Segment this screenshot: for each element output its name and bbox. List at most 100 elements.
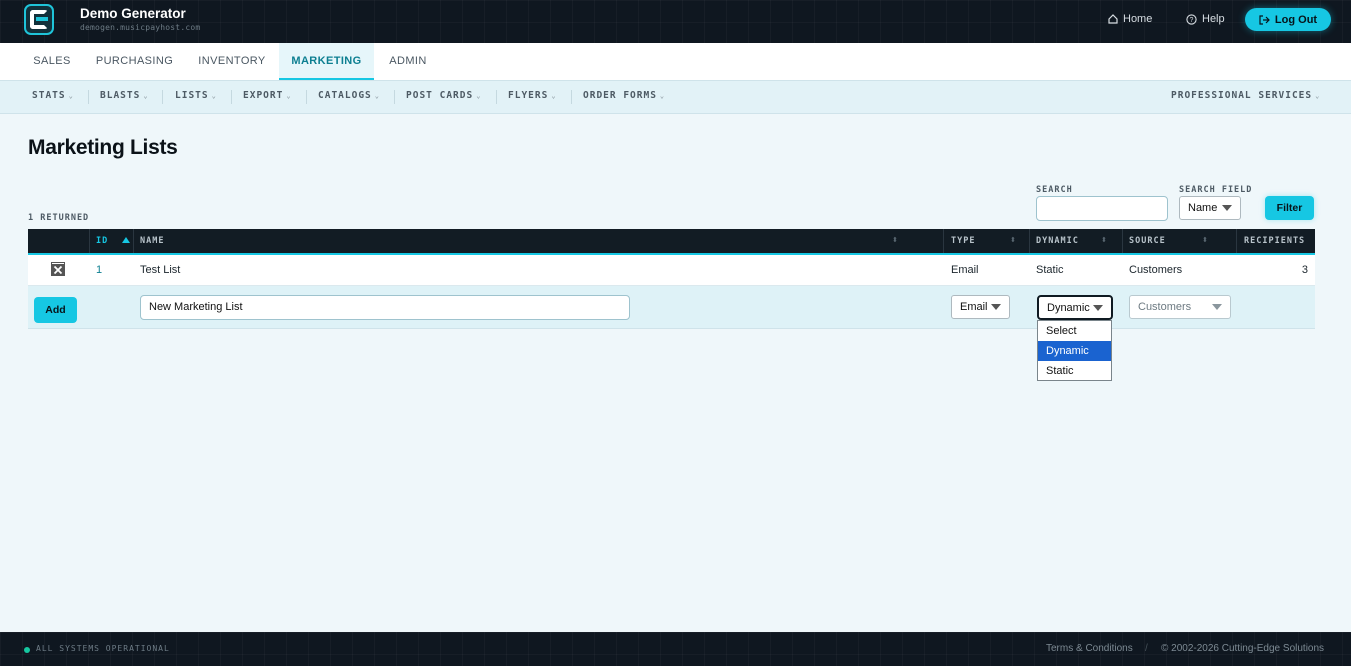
column-header-type[interactable]: TYPE xyxy=(951,229,975,253)
sort-ascending-icon xyxy=(122,237,130,243)
help-link[interactable]: ? Help xyxy=(1186,13,1225,25)
dropdown-option-dynamic[interactable]: Dynamic xyxy=(1038,341,1111,361)
filter-button[interactable]: Filter xyxy=(1265,196,1314,220)
dropdown-arrow-icon xyxy=(991,304,1001,310)
type-select[interactable]: Email xyxy=(951,295,1010,319)
sort-icon: ⬍ xyxy=(892,237,898,244)
subnav-export-label: EXPORT xyxy=(243,90,284,101)
chevron-down-icon: ⌄ xyxy=(551,92,557,100)
column-divider xyxy=(943,229,944,253)
tab-sales[interactable]: SALES xyxy=(20,43,84,80)
sort-icon: ⬍ xyxy=(1101,237,1107,244)
chevron-down-icon: ⌄ xyxy=(374,92,380,100)
row-name: Test List xyxy=(140,264,181,276)
subnav-export[interactable]: EXPORT ⌄ xyxy=(243,81,292,114)
app-logo-icon[interactable] xyxy=(24,4,54,35)
copyright: © 2002-2026 Cutting-Edge Solutions xyxy=(1161,643,1325,654)
subnav-lists-label: LISTS xyxy=(175,90,209,101)
subnav-divider xyxy=(231,90,232,104)
column-header-id[interactable]: ID xyxy=(96,229,108,253)
app-subtitle: demogen.musicpayhost.com xyxy=(80,23,201,32)
column-divider xyxy=(133,229,134,253)
system-status: ALL SYSTEMS OPERATIONAL xyxy=(36,644,170,653)
sub-nav: STATS ⌄ BLASTS ⌄ LISTS ⌄ EXPORT ⌄ CATALOGS ⌄ … xyxy=(0,81,1351,114)
column-header-recipients[interactable]: RECIPIENTS xyxy=(1244,229,1305,253)
column-divider xyxy=(1236,229,1237,253)
subnav-divider xyxy=(394,90,395,104)
chevron-down-icon: ⌄ xyxy=(476,92,482,100)
subnav-lists[interactable]: LISTS ⌄ xyxy=(175,81,217,114)
tab-admin[interactable]: ADMIN xyxy=(374,43,442,80)
status-indicator-icon xyxy=(24,647,30,653)
chevron-down-icon: ⌄ xyxy=(211,92,217,100)
chevron-down-icon: ⌄ xyxy=(143,92,149,100)
subnav-stats[interactable]: STATS ⌄ xyxy=(32,81,74,114)
tab-purchasing[interactable]: PURCHASING xyxy=(84,43,185,80)
column-header-dynamic[interactable]: DYNAMIC xyxy=(1036,229,1079,253)
new-list-name-input[interactable]: New Marketing List xyxy=(140,295,630,320)
sort-icon: ⬍ xyxy=(1010,237,1016,244)
subnav-professional-services-label: PROFESSIONAL SERVICES xyxy=(1171,90,1313,101)
app-title: Demo Generator xyxy=(80,6,186,21)
dynamic-dropdown-list: Select Dynamic Static xyxy=(1037,320,1112,381)
subnav-blasts[interactable]: BLASTS ⌄ xyxy=(100,81,149,114)
chevron-down-icon: ⌄ xyxy=(68,92,74,100)
subnav-professional-services[interactable]: PROFESSIONAL SERVICES ⌄ xyxy=(1171,81,1320,114)
subnav-divider xyxy=(162,90,163,104)
column-divider xyxy=(1122,229,1123,253)
dropdown-arrow-icon xyxy=(1212,304,1222,310)
subnav-catalogs-label: CATALOGS xyxy=(318,90,372,101)
svg-text:?: ? xyxy=(1190,17,1194,24)
subnav-order-forms-label: ORDER FORMS xyxy=(583,90,657,101)
column-header-name[interactable]: NAME xyxy=(140,229,164,253)
terms-link[interactable]: Terms & Conditions xyxy=(1046,643,1133,654)
logout-icon xyxy=(1259,14,1270,25)
top-bar: Demo Generator demogen.musicpayhost.com … xyxy=(0,0,1351,43)
dynamic-select[interactable]: Dynamic xyxy=(1037,295,1113,320)
search-field-select[interactable]: Name xyxy=(1179,196,1241,220)
footer-separator: / xyxy=(1145,643,1148,654)
row-recipients: 3 xyxy=(1301,264,1308,276)
help-label: Help xyxy=(1202,13,1225,25)
subnav-catalogs[interactable]: CATALOGS ⌄ xyxy=(318,81,380,114)
logout-button[interactable]: Log Out xyxy=(1245,8,1331,31)
row-source: Customers xyxy=(1129,264,1183,276)
chevron-down-icon: ⌄ xyxy=(659,92,666,100)
subnav-order-forms[interactable]: ORDER FORMS ⌄ xyxy=(583,81,665,114)
search-input[interactable] xyxy=(1036,196,1168,221)
subnav-flyers[interactable]: FLYERS ⌄ xyxy=(508,81,557,114)
subnav-divider xyxy=(571,90,572,104)
chevron-down-icon: ⌄ xyxy=(286,92,292,100)
home-link[interactable]: Home xyxy=(1108,13,1152,25)
dropdown-arrow-icon xyxy=(1093,304,1103,311)
table-row: 1 Test List Email Static Customers 3 xyxy=(28,255,1315,286)
home-label: Home xyxy=(1123,13,1153,25)
source-select-value: Customers xyxy=(1138,301,1192,313)
type-select-value: Email xyxy=(960,301,988,313)
subnav-divider xyxy=(88,90,89,104)
subnav-post-cards-label: POST CARDS xyxy=(406,90,474,101)
dropdown-option-static[interactable]: Static xyxy=(1038,361,1111,381)
tab-inventory[interactable]: INVENTORY xyxy=(185,43,279,80)
tab-marketing[interactable]: MARKETING xyxy=(279,43,374,80)
row-dynamic: Static xyxy=(1036,264,1064,276)
help-icon: ? xyxy=(1186,13,1197,25)
column-divider xyxy=(89,229,90,253)
chevron-down-icon: ⌄ xyxy=(1315,92,1321,100)
main-tabs: SALES PURCHASING INVENTORY MARKETING ADM… xyxy=(0,43,1351,81)
subnav-blasts-label: BLASTS xyxy=(100,90,141,101)
delete-icon[interactable] xyxy=(51,262,65,276)
subnav-post-cards[interactable]: POST CARDS ⌄ xyxy=(406,81,481,114)
column-header-source[interactable]: SOURCE xyxy=(1129,229,1166,253)
page-title: Marketing Lists xyxy=(28,136,178,159)
subnav-divider xyxy=(496,90,497,104)
sort-icon: ⬍ xyxy=(1202,237,1208,244)
add-button[interactable]: Add xyxy=(34,297,77,323)
dropdown-option-select[interactable]: Select xyxy=(1038,321,1111,341)
row-id[interactable]: 1 xyxy=(96,255,102,285)
subnav-divider xyxy=(306,90,307,104)
table-header: ID NAME ⬍ TYPE ⬍ DYNAMIC ⬍ SOURCE ⬍ RECI… xyxy=(28,229,1315,255)
row-type: Email xyxy=(951,264,979,276)
search-field-label: SEARCH FIELD xyxy=(1179,185,1253,195)
source-select[interactable]: Customers xyxy=(1129,295,1231,319)
